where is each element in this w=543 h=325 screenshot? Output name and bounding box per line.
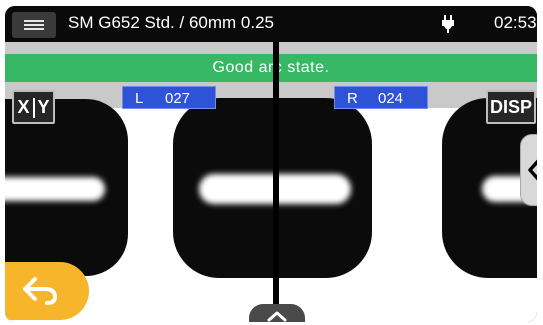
device-screen: SM G652 Std. / 60mm 0.25 02:53 Good arc … [5,6,537,322]
center-reference-line [273,42,279,322]
side-panel-tab[interactable] [520,134,537,206]
clock-time: 02:53 [494,13,537,32]
xy-y-label: Y [37,97,50,117]
plug-icon [442,15,454,33]
left-readout-label: L [135,90,144,107]
bottom-panel-tab[interactable] [249,304,305,322]
left-readout: L 027 [122,86,216,109]
chevron-left-icon [528,159,537,181]
arc-status-banner: Good arc state. [5,54,537,82]
hamburger-menu-icon[interactable] [12,12,56,38]
xy-x-label: X [17,97,30,117]
disp-button[interactable]: DISP [486,90,536,124]
right-readout: R 024 [334,86,428,109]
right-readout-value: 024 [378,90,404,107]
fiber-image-left [5,99,128,276]
fiber-camera-view: Good arc state. L 027 R 024 XY DISP [5,42,537,322]
splice-program-title: SM G652 Std. / 60mm 0.25 [68,13,274,32]
undo-arrow-icon [23,277,58,305]
xy-view-toggle-button[interactable]: XY [12,90,55,124]
left-readout-value: 027 [165,90,191,107]
right-readout-label: R [347,90,358,107]
chevron-up-icon [267,311,287,322]
top-bar: SM G652 Std. / 60mm 0.25 02:53 [5,6,537,42]
back-button[interactable] [5,262,89,320]
